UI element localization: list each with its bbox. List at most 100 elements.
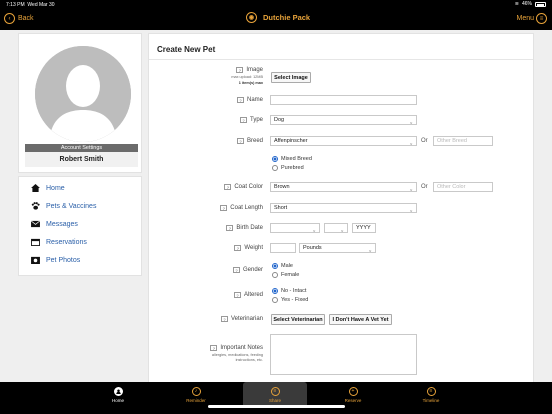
menu-label: Menu [516,15,534,22]
create-pet-form: Create New Pet ? Image max upload: 12MB … [148,33,534,385]
radio-unselected-icon [272,165,278,171]
radio-selected-icon [272,288,278,294]
altered-label: ? Altered [189,292,263,298]
app-title: ◉ Dutchie Pack [246,12,310,23]
weight-label: ? Weight [189,245,263,251]
help-icon[interactable]: ? [210,345,218,351]
radio-unselected-icon [272,297,278,303]
account-settings-button[interactable]: Account Settings [25,144,138,152]
birth-year-input[interactable]: YYYY [352,223,376,233]
birth-date-label: ? Birth Date [189,225,263,231]
home-indicator[interactable] [208,405,345,408]
notes-label: ? Important Notes [189,345,263,351]
select-image-button[interactable]: Select Image [271,72,311,83]
other-breed-input[interactable]: Other Breed [433,136,493,146]
coat-color-label: ? Coat Color [189,184,263,190]
back-button[interactable]: ‹ Back [4,13,34,24]
radio-unselected-icon [272,272,278,278]
nav-item-reservations[interactable]: Reservations [31,238,87,246]
tab-label: Reminder [186,398,206,403]
type-select[interactable]: Dog [270,115,417,125]
help-icon[interactable]: ? [224,184,232,190]
weight-input[interactable] [270,243,296,253]
tab-home[interactable]: Home [86,382,150,408]
radio-selected-icon [272,156,278,162]
nav-item-pets-vaccines[interactable]: Pets & Vaccines [31,202,96,210]
home-icon [31,184,40,192]
help-icon[interactable]: ? [232,267,240,273]
nav-item-messages[interactable]: Messages [31,220,78,228]
help-icon[interactable]: ? [239,117,247,123]
notes-hint: allergies, medications, feeding instruct… [211,353,263,362]
help-icon[interactable]: ? [236,67,244,73]
radio-male[interactable]: Male [272,263,293,269]
or-text: Or [421,138,428,144]
help-icon[interactable]: ? [220,205,228,211]
type-label: ? Type [189,117,263,123]
coat-length-label: ? Coat Length [189,205,263,211]
help-icon[interactable]: ? [226,225,234,231]
person-silhouette-icon [35,46,131,142]
profile-card: Account Settings Robert Smith [18,33,142,173]
gender-label: ? Gender [189,267,263,273]
other-color-input[interactable]: Other Color [433,182,493,192]
user-name: Robert Smith [25,152,138,167]
breed-select[interactable]: Affenpinscher [270,136,417,146]
nav-item-label: Reservations [46,238,87,246]
timeline-icon: ≡ [426,387,436,396]
coat-color-select[interactable]: Brown [270,182,417,192]
weight-unit-select[interactable]: Pounds [299,243,376,253]
help-icon[interactable]: ? [233,292,241,298]
radio-mixed-breed[interactable]: Mixed Breed [272,156,312,162]
help-icon[interactable]: ? [236,138,244,144]
tab-timeline[interactable]: ≡ Timeline [399,382,463,408]
radio-yes-fixed[interactable]: Yes - Fixed [272,297,308,303]
menu-button[interactable]: Menu ≡ [516,13,547,24]
wifi-icon: ≋ [514,1,519,7]
side-nav: Home Pets & Vaccines Messages Reservatio… [18,176,142,276]
notes-textarea[interactable] [270,334,417,375]
nav-item-home[interactable]: Home [31,184,65,192]
status-bar: 7:13 PM Wed Mar 30 ≋ 46% [0,0,552,9]
status-time: 7:13 PM Wed Mar 30 [6,2,55,8]
radio-purebred[interactable]: Purebred [272,165,304,171]
help-icon[interactable]: ? [236,97,244,103]
nav-item-pet-photos[interactable]: Pet Photos [31,256,80,264]
name-input[interactable] [270,95,417,105]
help-icon[interactable]: ? [220,316,228,322]
nav-item-label: Messages [46,220,78,228]
share-icon: ≡ [270,387,280,396]
logo-icon: ◉ [246,12,257,23]
nav-item-label: Pet Photos [46,256,81,264]
select-veterinarian-button[interactable]: Select Veterinarian [271,314,325,325]
battery-icon [535,1,546,7]
hamburger-icon: ≡ [536,13,547,24]
status-right: ≋ 46% [515,1,546,7]
birth-month-select[interactable] [270,223,320,233]
tab-label: Reserve [344,398,362,403]
top-navbar: ‹ Back ◉ Dutchie Pack Menu ≡ [0,9,552,30]
radio-no-intact[interactable]: No - Intact [272,288,306,294]
paw-icon [31,202,40,210]
avatar[interactable] [35,46,131,142]
photo-icon [31,256,40,264]
birth-day-select[interactable] [324,223,348,233]
coat-length-select[interactable]: Short [270,203,417,213]
breed-label: ? Breed [189,138,263,144]
no-vet-button[interactable]: I Don't Have A Vet Yet [329,314,392,325]
plus-icon: + [348,387,358,396]
back-label: Back [18,15,34,22]
divider [149,59,533,60]
app-title-text: Dutchie Pack [263,13,311,22]
radio-female[interactable]: Female [272,272,299,278]
tab-label: Timeline [422,398,440,403]
bell-icon: ♪ [191,387,201,396]
tab-label: Share [268,398,281,403]
chevron-left-icon: ‹ [4,13,15,24]
nav-item-label: Home [46,184,65,192]
image-label: ? Image [189,67,263,73]
message-icon [31,220,40,228]
veterinarian-label: ? Veterinarian [189,316,263,322]
calendar-icon [31,238,40,246]
help-icon[interactable]: ? [234,245,242,251]
